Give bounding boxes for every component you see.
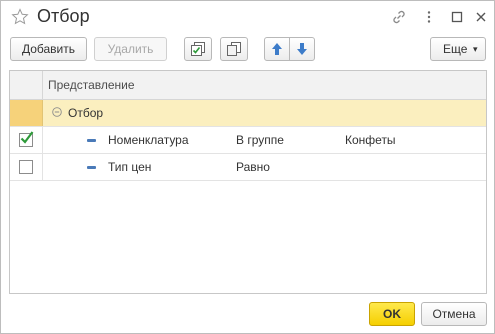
checkmark-icon (20, 131, 34, 144)
filter-value: Конфеты (345, 133, 396, 147)
cancel-button[interactable]: Отмена (421, 302, 487, 326)
use-cell (10, 154, 43, 180)
filter-dialog: Отбор Добавить Удалить Еще ▾ Представлен… (0, 0, 495, 334)
link-icon[interactable] (391, 9, 407, 25)
more-menu-label: Еще (443, 42, 468, 56)
field-name: Номенклатура (108, 133, 189, 147)
use-cell (10, 127, 43, 153)
condition-item-icon (87, 166, 96, 169)
move-down-button[interactable] (289, 37, 315, 61)
table-row[interactable]: Номенклатура В группе Конфеты (10, 127, 486, 154)
selected-cell[interactable] (10, 100, 43, 126)
column-header-presentation: Представление (48, 78, 135, 92)
move-down-icon (297, 43, 307, 55)
favorite-star-icon[interactable] (11, 8, 29, 26)
dialog-title: Отбор (37, 6, 90, 26)
move-up-button[interactable] (264, 37, 290, 61)
toolbar: Добавить Удалить Еще ▾ (1, 37, 494, 63)
use-checkbox[interactable] (19, 160, 33, 174)
copy-icon (227, 42, 241, 56)
close-icon[interactable] (473, 9, 489, 25)
table-row[interactable]: Тип цен Равно (10, 154, 486, 181)
header-divider (42, 71, 43, 99)
ok-button[interactable]: OK (369, 302, 415, 326)
field-name: Тип цен (108, 160, 152, 174)
collapse-group-icon[interactable] (52, 107, 62, 117)
maximize-icon[interactable] (449, 9, 465, 25)
group-row[interactable]: Отбор (10, 100, 486, 127)
condition-item-icon (87, 139, 96, 142)
title-bar: Отбор (1, 1, 494, 35)
copy-button[interactable] (220, 37, 248, 61)
check-all-button[interactable] (184, 37, 212, 61)
filter-table[interactable]: Представление Отбор Номенклатура В групп… (9, 70, 487, 294)
comparison-type: В группе (236, 133, 284, 147)
more-actions-icon[interactable] (421, 9, 437, 25)
group-label: Отбор (68, 106, 104, 120)
move-up-icon (272, 43, 282, 55)
add-button[interactable]: Добавить (10, 37, 87, 61)
chevron-down-icon: ▾ (473, 44, 478, 54)
more-menu-button[interactable]: Еще ▾ (430, 37, 486, 61)
use-checkbox[interactable] (19, 131, 34, 147)
comparison-type: Равно (236, 160, 270, 174)
check-all-icon (191, 42, 205, 56)
table-header: Представление (10, 71, 486, 100)
delete-button[interactable]: Удалить (94, 37, 167, 61)
